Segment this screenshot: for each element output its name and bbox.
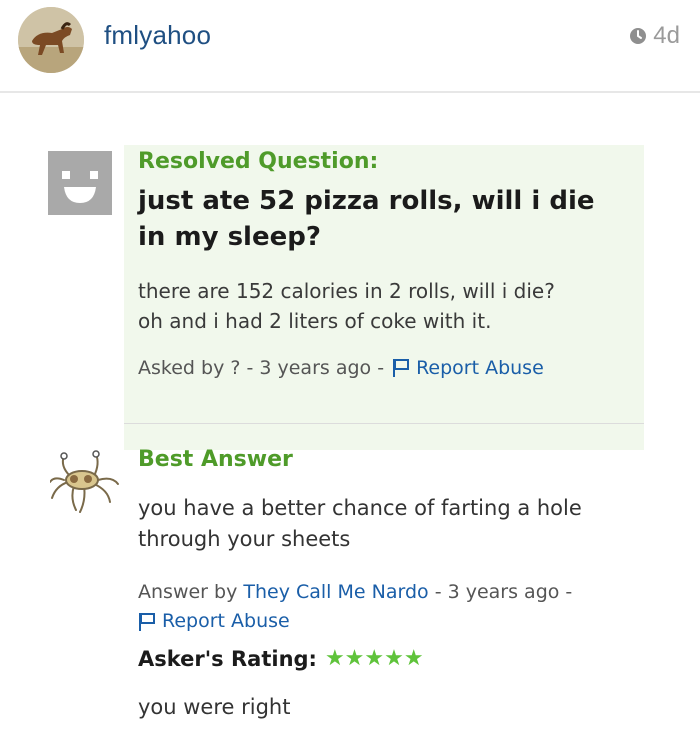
askers-rating-label: Asker's Rating: — [138, 646, 317, 671]
report-abuse-link[interactable]: Report Abuse — [416, 357, 544, 379]
askers-rating: Asker's Rating: ★★★★★ — [138, 646, 424, 671]
answer-by-suffix: - 3 years ago - — [428, 581, 573, 603]
star-rating: ★★★★★ — [324, 646, 424, 671]
spaghetti-monster-avatar-icon — [49, 450, 119, 513]
best-answer-label: Best Answer — [138, 447, 293, 472]
smiley-avatar-icon — [48, 151, 112, 215]
answerer-name-link[interactable]: They Call Me Nardo — [243, 581, 428, 603]
question-panel: Resolved Question: just ate 52 pizza rol… — [124, 145, 644, 450]
answer-body: you have a better chance of farting a ho… — [138, 493, 638, 555]
section-divider — [124, 423, 644, 424]
report-abuse-link[interactable]: Report Abuse — [162, 607, 290, 636]
asked-by-text: Asked by ? - 3 years ago - — [138, 357, 385, 379]
asked-by-line: Asked by ? - 3 years ago - Report Abuse — [138, 357, 544, 379]
post-time: 4d — [629, 22, 680, 50]
flag-icon — [139, 612, 155, 631]
question-body-line: oh and i had 2 liters of coke with it. — [138, 309, 492, 333]
post-image: Resolved Question: just ate 52 pizza rol… — [0, 93, 700, 745]
username-link[interactable]: fmlyahoo — [104, 20, 211, 51]
answer-body-line: you have a better chance of farting a ho… — [138, 496, 582, 520]
clock-icon — [630, 28, 647, 44]
time-label: 4d — [653, 22, 680, 49]
profile-avatar[interactable] — [18, 7, 84, 73]
horse-avatar-icon — [18, 7, 84, 73]
answer-by-line: Answer by They Call Me Nardo - 3 years a… — [138, 578, 658, 641]
question-title[interactable]: just ate 52 pizza rolls, will i die in m… — [138, 183, 618, 255]
question-body: there are 152 calories in 2 rolls, will … — [138, 276, 628, 336]
resolved-question-label: Resolved Question: — [138, 149, 379, 174]
answer-by-prefix: Answer by — [138, 581, 244, 603]
asker-avatar — [48, 151, 112, 215]
asker-comment: you were right — [138, 695, 291, 719]
answer-body-line: through your sheets — [138, 527, 351, 551]
question-body-line: there are 152 calories in 2 rolls, will … — [138, 279, 555, 303]
answer-report-abuse[interactable]: Report Abuse — [138, 607, 290, 636]
post-header: fmlyahoo 4d — [0, 0, 700, 93]
answerer-avatar — [49, 446, 120, 516]
flag-icon — [393, 359, 410, 377]
